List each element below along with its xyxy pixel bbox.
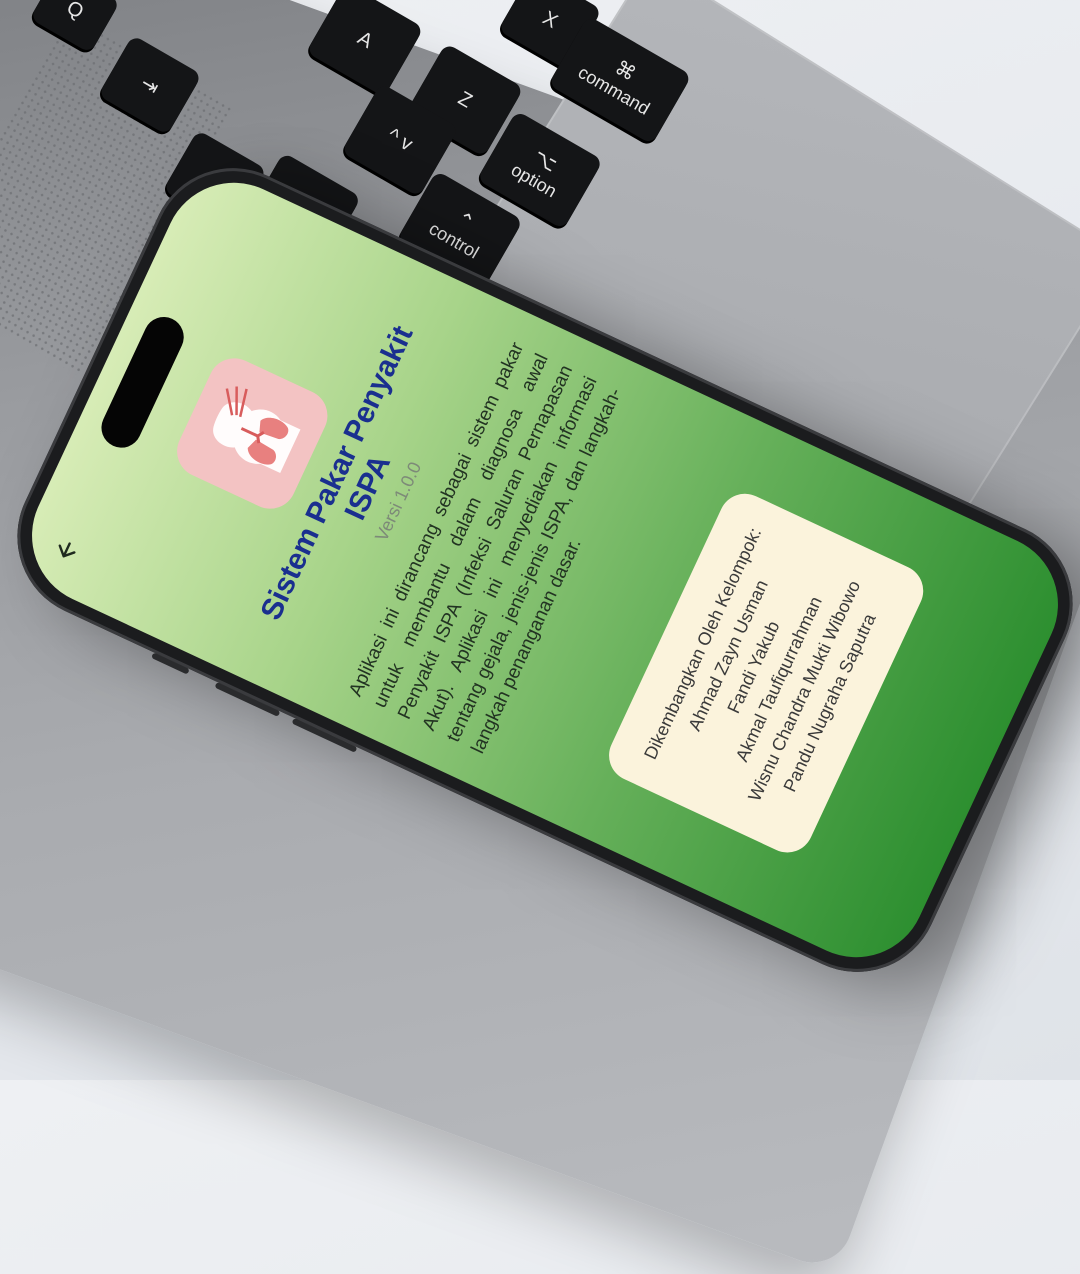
key-a: A (306, 0, 424, 98)
back-arrow-icon[interactable] (42, 528, 90, 576)
key: Q (29, 0, 121, 54)
key: ⇥ (97, 34, 203, 136)
developers-card: Dikembangkan Oleh Kelompok: Ahmad Zayn U… (600, 485, 932, 861)
